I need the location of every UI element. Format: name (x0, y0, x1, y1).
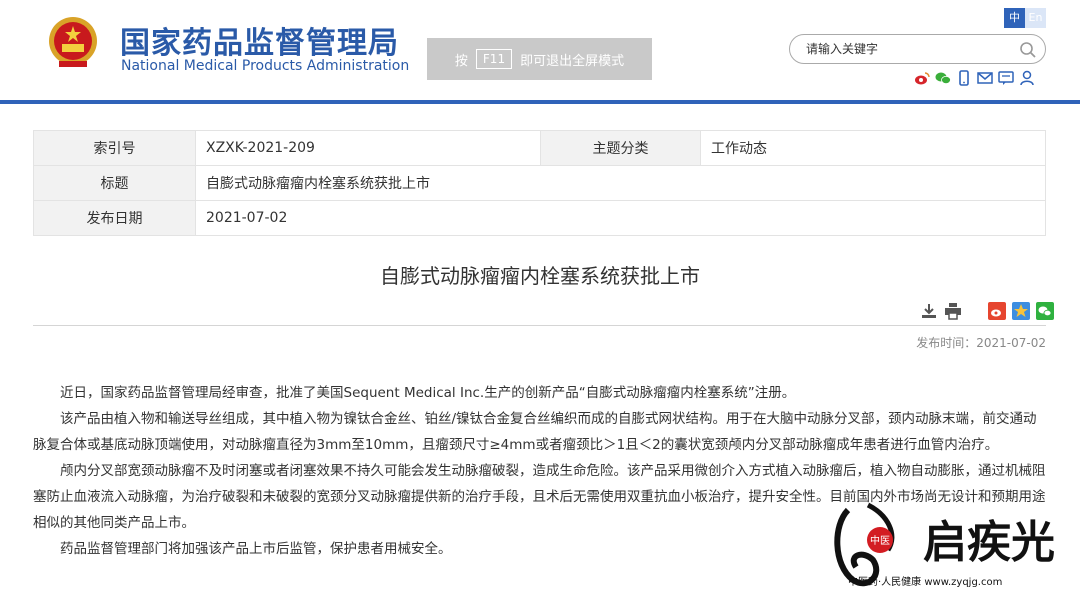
category-label: 主题分类 (540, 130, 701, 166)
user-icon[interactable] (1019, 70, 1035, 86)
fullscreen-tip-prefix: 按 (454, 53, 468, 69)
language-switch: 中 En (1004, 8, 1046, 28)
article-title: 自膨式动脉瘤瘤内栓塞系统获批上市 (380, 264, 700, 288)
article-meta-table: 索引号 XZXK-2021-209 主题分类 工作动态 标题 自膨式动脉瘤瘤内栓… (33, 130, 1046, 236)
message-icon[interactable] (998, 70, 1014, 86)
search-input[interactable] (806, 39, 1006, 59)
table-row: 标题 自膨式动脉瘤瘤内栓塞系统获批上市 (33, 165, 1046, 201)
weibo-icon[interactable] (914, 70, 930, 86)
category-value: 工作动态 (700, 130, 1046, 166)
search-icon[interactable] (1019, 41, 1037, 59)
share-qzone-icon[interactable] (1012, 302, 1030, 320)
index-value: XZXK-2021-209 (195, 130, 541, 166)
table-row: 发布日期 2021-07-02 (33, 200, 1046, 236)
watermark-text: 启疾光 (923, 517, 1055, 568)
social-links (914, 70, 1035, 86)
share-wechat-icon[interactable] (1036, 302, 1054, 320)
site-header: 国家药品监督管理局 National Medical Products Admi… (0, 0, 1080, 104)
download-icon[interactable] (920, 302, 938, 320)
article-paragraph: 该产品由植入物和输送导丝组成，其中植入物为镍钛合金丝、铂丝/镍钛合金复合丝编织而… (33, 411, 1037, 453)
date-value: 2021-07-02 (195, 200, 1046, 236)
share-weibo-icon[interactable] (988, 302, 1006, 320)
site-title-cn[interactable]: 国家药品监督管理局 (120, 18, 399, 62)
date-label: 发布日期 (33, 200, 196, 236)
table-row: 索引号 XZXK-2021-209 主题分类 工作动态 (33, 130, 1046, 166)
watermark-stamp-text: 中医 (870, 534, 890, 547)
article-paragraph: 近日，国家药品监督管理局经审查，批准了美国Sequent Medical Inc… (60, 385, 796, 401)
publish-time: 发布时间：2021-07-02 (916, 336, 1046, 350)
lang-en-button[interactable]: En (1025, 8, 1046, 28)
title-label: 标题 (33, 165, 196, 201)
lang-zh-button[interactable]: 中 (1004, 8, 1025, 28)
article-tools (920, 302, 1054, 320)
f11-key: F11 (475, 49, 513, 69)
title-value: 自膨式动脉瘤瘤内栓塞系统获批上市 (195, 165, 1046, 201)
mobile-icon[interactable] (956, 70, 972, 86)
header-divider (0, 100, 1080, 104)
watermark-footer: 中医药·人民健康 www.zyqjg.com (848, 575, 1002, 588)
watermark-logo: 中医 启疾光 中医药·人民健康 www.zyqjg.com (834, 502, 1055, 588)
wechat-icon[interactable] (935, 70, 951, 86)
index-label: 索引号 (33, 130, 196, 166)
search-box (789, 34, 1046, 64)
emblem-icon[interactable] (44, 14, 102, 72)
mail-icon[interactable] (977, 70, 993, 86)
title-divider (33, 325, 1046, 326)
print-icon[interactable] (944, 302, 962, 320)
fullscreen-tip-suffix: 即可退出全屏模式 (520, 53, 625, 69)
fullscreen-tip: 按 F11 即可退出全屏模式 (427, 38, 652, 80)
site-title-en[interactable]: National Medical Products Administration (121, 58, 409, 74)
